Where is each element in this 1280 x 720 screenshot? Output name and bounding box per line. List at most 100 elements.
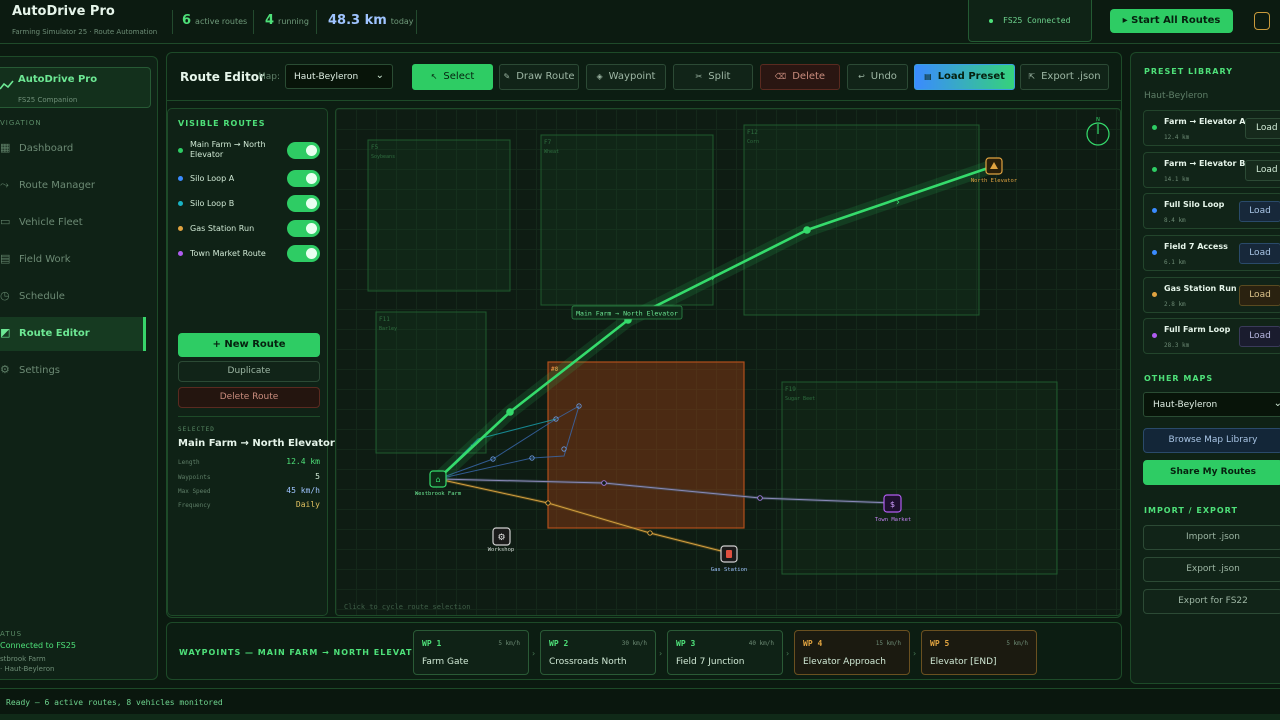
- page-title: Route Editor: [180, 70, 265, 84]
- route-toggle-row: Main Farm → North Elevator: [178, 139, 320, 163]
- sidebar-nav: AutoDrive Pro FS25 Companion VIGATION ▦ D…: [0, 56, 158, 680]
- route-color-dot-icon: [178, 226, 183, 231]
- arrow-right-icon: ›: [532, 649, 536, 658]
- status-farm: stbrook Farm: [0, 655, 46, 663]
- field-f19[interactable]: [781, 381, 1058, 575]
- export-json-button[interactable]: Export .json: [1143, 557, 1280, 582]
- other-map-select-value: Haut-Beyleron: [1153, 400, 1218, 410]
- home-icon: ⌂: [435, 475, 440, 484]
- sidebar-item-vehicle-fleet[interactable]: ▭ Vehicle Fleet: [0, 206, 146, 240]
- new-route-button[interactable]: + New Route: [178, 333, 320, 357]
- waypoint-name: Field 7 Junction: [676, 657, 745, 667]
- field-f11[interactable]: [375, 311, 487, 454]
- preset-load-button[interactable]: Load: [1245, 160, 1280, 181]
- route-visibility-toggle[interactable]: [287, 220, 320, 237]
- waypoint-button[interactable]: ◈ Waypoint: [586, 64, 666, 90]
- draw-route-button[interactable]: ✎ Draw Route: [499, 64, 579, 90]
- waypoint-card[interactable]: WP 2 30 km/h Crossroads North: [540, 630, 656, 675]
- prop-key: Length: [178, 459, 200, 466]
- sidebar-item-settings[interactable]: ⚙ Settings: [0, 354, 146, 388]
- editor-toolbar: Route Editor Map: Haut-Beyleron ⌄ ↖ Selec…: [167, 53, 1121, 101]
- prop-frequency: Frequency Daily: [178, 500, 320, 512]
- field-crop-label: Sugar Beet: [785, 396, 815, 402]
- notification-icon[interactable]: [1254, 12, 1270, 30]
- field-f7[interactable]: [540, 134, 714, 306]
- undo-button[interactable]: ↩ Undo: [847, 64, 908, 90]
- brand-name: AutoDrive Pro: [18, 74, 98, 85]
- waypoint-card[interactable]: WP 1 5 km/h Farm Gate: [413, 630, 529, 675]
- route-visibility-toggle[interactable]: [287, 245, 320, 262]
- poi-label: Westbrook Farm: [415, 491, 462, 497]
- prop-key: Frequency: [178, 502, 211, 509]
- connection-label: FS25 Connected: [1003, 16, 1071, 25]
- sidebar-item-schedule[interactable]: ◷ Schedule: [0, 280, 146, 314]
- button-label: Draw Route: [516, 71, 575, 82]
- waypoint-id: WP 5: [930, 639, 950, 648]
- prop-value: Daily: [295, 500, 320, 509]
- preset-load-button[interactable]: Load: [1239, 285, 1280, 306]
- map-label: Map:: [258, 72, 281, 82]
- map-select[interactable]: Haut-Beyleron ⌄: [285, 64, 393, 89]
- visible-routes-panel: VISIBLE ROUTES Main Farm → North Elevato…: [167, 108, 335, 616]
- preset-color-dot-icon: [1152, 333, 1157, 338]
- preset-load-button[interactable]: Load: [1239, 243, 1280, 264]
- waypoint-name: Farm Gate: [422, 657, 469, 667]
- import-json-button[interactable]: Import .json: [1143, 525, 1280, 550]
- waypoint-marker[interactable]: [803, 226, 811, 234]
- field-f12[interactable]: [743, 124, 980, 316]
- preset-load-button[interactable]: Load: [1245, 118, 1280, 139]
- waypoint-marker[interactable]: [506, 408, 514, 416]
- split-button[interactable]: ✂ Split: [673, 64, 753, 90]
- route-visibility-toggle[interactable]: [287, 142, 320, 159]
- field-f5[interactable]: [367, 139, 511, 292]
- map-svg[interactable]: F5 Soybeans F7 Wheat F12 Corn F11 Barley…: [336, 109, 1121, 616]
- delete-route-button[interactable]: Delete Route: [178, 387, 320, 408]
- duplicate-button[interactable]: Duplicate: [178, 361, 320, 382]
- stat-value: 48.3 km: [328, 13, 387, 28]
- selected-heading: SELECTED: [178, 426, 215, 433]
- prop-max-speed: Max Speed 45 km/h: [178, 486, 320, 498]
- sidebar-item-label: Settings: [19, 365, 61, 376]
- preset-name: Farm → Elevator A: [1164, 117, 1246, 126]
- other-maps-heading: OTHER MAPS: [1144, 374, 1214, 383]
- preset-load-button[interactable]: Load: [1239, 326, 1280, 347]
- preset-color-dot-icon: [1152, 250, 1157, 255]
- other-map-select[interactable]: Haut-Beyleron ⌄: [1143, 392, 1280, 417]
- load-preset-button[interactable]: ▤ Load Preset: [914, 64, 1015, 90]
- waypoint-marker[interactable]: [647, 530, 653, 536]
- gear-icon: ⚙: [0, 363, 10, 376]
- preset-load-button[interactable]: Load: [1239, 201, 1280, 222]
- map-canvas[interactable]: F5 Soybeans F7 Wheat F12 Corn F11 Barley…: [335, 108, 1121, 616]
- status-bar-strip: [0, 714, 1280, 720]
- sidebar-item-route-manager[interactable]: ⤳ Route Manager: [0, 169, 146, 203]
- app-title: AutoDrive Pro: [12, 4, 115, 19]
- sidebar-item-dashboard[interactable]: ▦ Dashboard: [0, 132, 146, 166]
- arrow-right-icon: ›: [786, 649, 790, 658]
- map-hint: Click to cycle route selection: [344, 603, 471, 611]
- select-tool-button[interactable]: ↖ Select: [412, 64, 493, 90]
- chevron-down-icon: ⌄: [375, 70, 384, 81]
- route-color-dot-icon: [178, 201, 183, 206]
- sidebar-item-route-editor[interactable]: ◩ Route Editor: [0, 317, 146, 351]
- delete-button[interactable]: ⌫ Delete: [760, 64, 840, 90]
- export-fs22-button[interactable]: Export for FS22: [1143, 589, 1280, 614]
- waypoint-card[interactable]: WP 4 15 km/h Elevator Approach: [794, 630, 910, 675]
- sidebar-item-field-work[interactable]: ▤ Field Work: [0, 243, 146, 277]
- waypoint-marker[interactable]: [757, 495, 763, 501]
- route-label: Main Farm → North Elevator: [190, 140, 266, 159]
- direction-arrow-icon: ›: [896, 197, 900, 208]
- stat-distance-today: 48.3 km today: [328, 13, 414, 28]
- field-8-selected[interactable]: [547, 361, 745, 529]
- route-visibility-toggle[interactable]: [287, 170, 320, 187]
- route-visibility-toggle[interactable]: [287, 195, 320, 212]
- waypoint-marker[interactable]: [601, 480, 607, 486]
- sidebar-item-label: Schedule: [19, 291, 65, 302]
- share-my-routes-button[interactable]: Share My Routes: [1143, 460, 1280, 485]
- field-crop-label: Soybeans: [371, 154, 395, 160]
- waypoint-card[interactable]: WP 5 5 km/h Elevator [END]: [921, 630, 1037, 675]
- browse-map-library-button[interactable]: Browse Map Library: [1143, 428, 1280, 453]
- start-all-routes-button[interactable]: ▸ Start All Routes: [1110, 9, 1233, 33]
- waypoint-marker[interactable]: [545, 500, 551, 506]
- export-json-button[interactable]: ⇱ Export .json: [1020, 64, 1109, 90]
- waypoint-card[interactable]: WP 3 40 km/h Field 7 Junction: [667, 630, 783, 675]
